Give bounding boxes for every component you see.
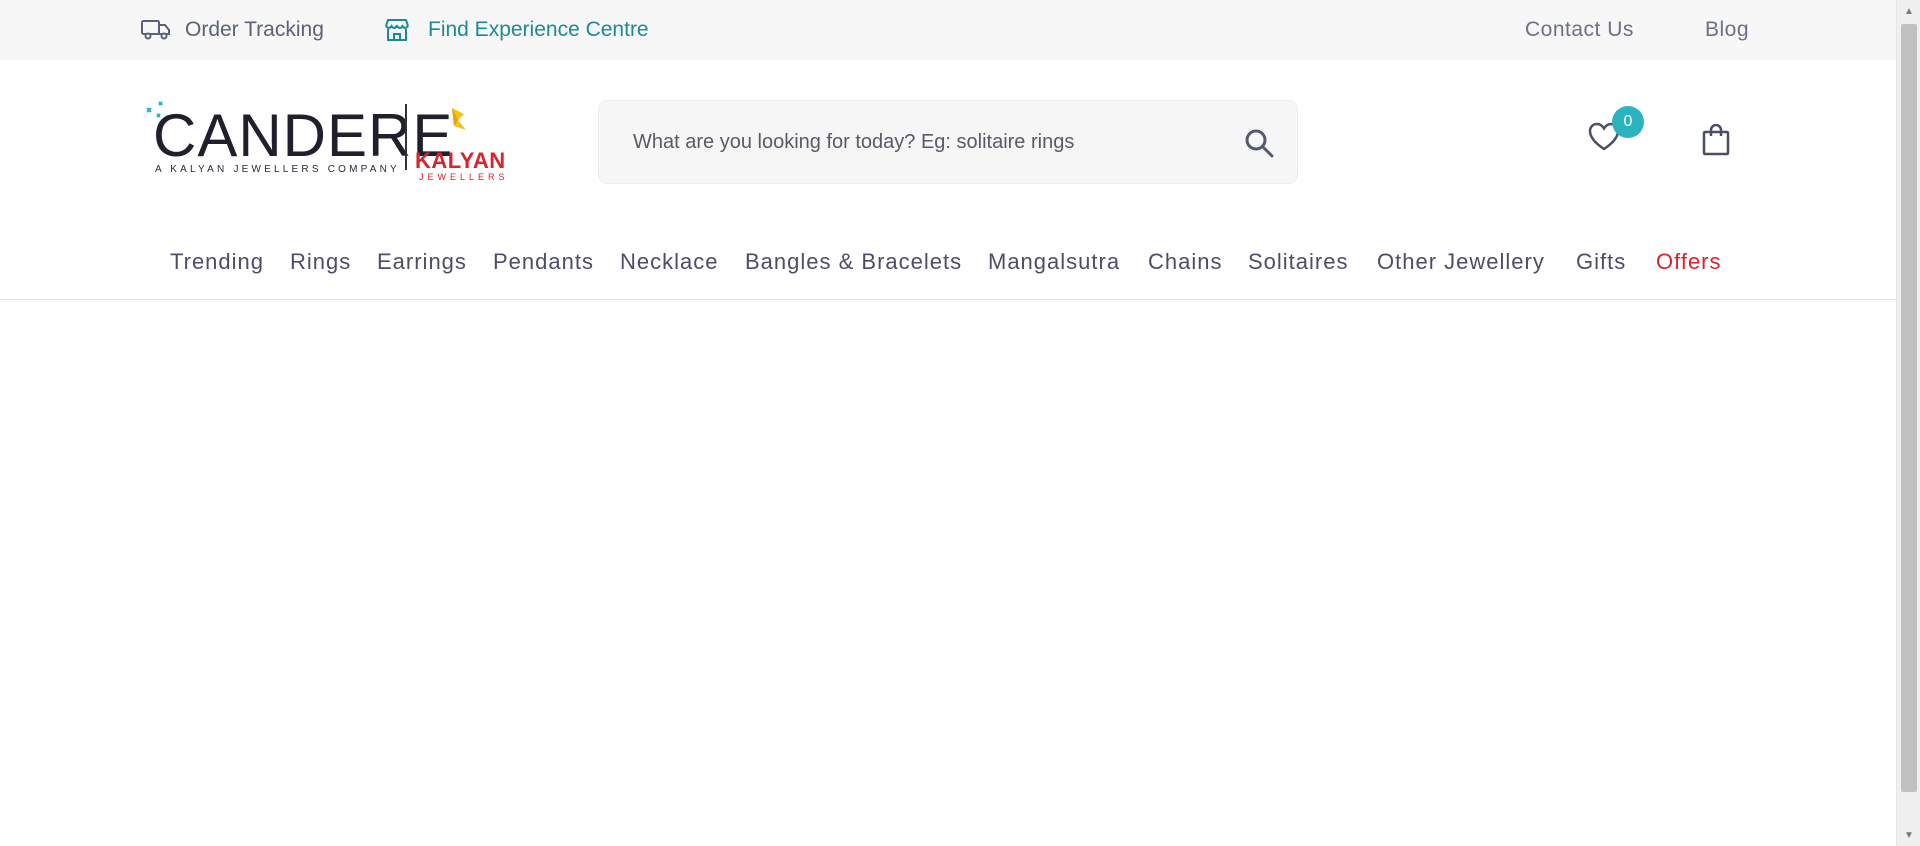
order-tracking-label: Order Tracking [185, 18, 324, 41]
find-experience-centre-link[interactable]: Find Experience Centre [384, 0, 649, 60]
nav-item-necklace[interactable]: Necklace [620, 234, 718, 290]
search-icon[interactable] [1243, 127, 1275, 159]
nav-item-mangalsutra[interactable]: Mangalsutra [988, 234, 1120, 290]
search-input[interactable] [633, 101, 1213, 183]
nav-item-rings[interactable]: Rings [290, 234, 351, 290]
main-header: CANDERE A KALYAN JEWELLERS COMPANY KALYA… [0, 60, 1896, 300]
candere-logo[interactable]: CANDERE A KALYAN JEWELLERS COMPANY KALYA… [143, 100, 506, 182]
vertical-scrollbar[interactable]: ▲ ▼ [1896, 0, 1920, 846]
kalyan-subtitle: JEWELLERS [419, 172, 509, 182]
nav-item-gifts[interactable]: Gifts [1576, 234, 1626, 290]
store-icon [384, 18, 414, 42]
contact-us-link[interactable]: Contact Us [1525, 0, 1634, 60]
top-utility-bar: Order Tracking Find Experience Centre Co… [0, 0, 1896, 60]
wishlist-count-badge: 0 [1612, 106, 1644, 138]
truck-icon [141, 18, 171, 42]
kalyan-wordmark: KALYAN [415, 148, 506, 173]
candere-wordmark: CANDERE [153, 102, 454, 169]
search-bar [598, 100, 1298, 184]
nav-item-offers[interactable]: Offers [1656, 234, 1722, 290]
nav-item-chains[interactable]: Chains [1148, 234, 1222, 290]
category-nav: Trending Rings Earrings Pendants Necklac… [0, 234, 1896, 290]
kalyan-mark-icon [452, 108, 466, 130]
nav-item-pendants[interactable]: Pendants [493, 234, 594, 290]
nav-item-solitaires[interactable]: Solitaires [1248, 234, 1348, 290]
find-experience-centre-label: Find Experience Centre [428, 18, 649, 41]
nav-item-earrings[interactable]: Earrings [377, 234, 467, 290]
scrollbar-thumb[interactable] [1901, 24, 1917, 792]
nav-item-other-jewellery[interactable]: Other Jewellery [1377, 234, 1545, 290]
order-tracking-link[interactable]: Order Tracking [141, 0, 324, 60]
logo-subtitle: A KALYAN JEWELLERS COMPANY [155, 164, 400, 175]
scroll-up-arrow-icon[interactable]: ▲ [1897, 0, 1920, 22]
logo-divider [405, 104, 407, 170]
scroll-down-arrow-icon[interactable]: ▼ [1897, 824, 1920, 846]
shopping-bag-icon[interactable] [1702, 123, 1730, 156]
nav-item-trending[interactable]: Trending [170, 234, 264, 290]
nav-item-bangles-bracelets[interactable]: Bangles & Bracelets [745, 234, 962, 290]
blog-link[interactable]: Blog [1705, 0, 1749, 60]
